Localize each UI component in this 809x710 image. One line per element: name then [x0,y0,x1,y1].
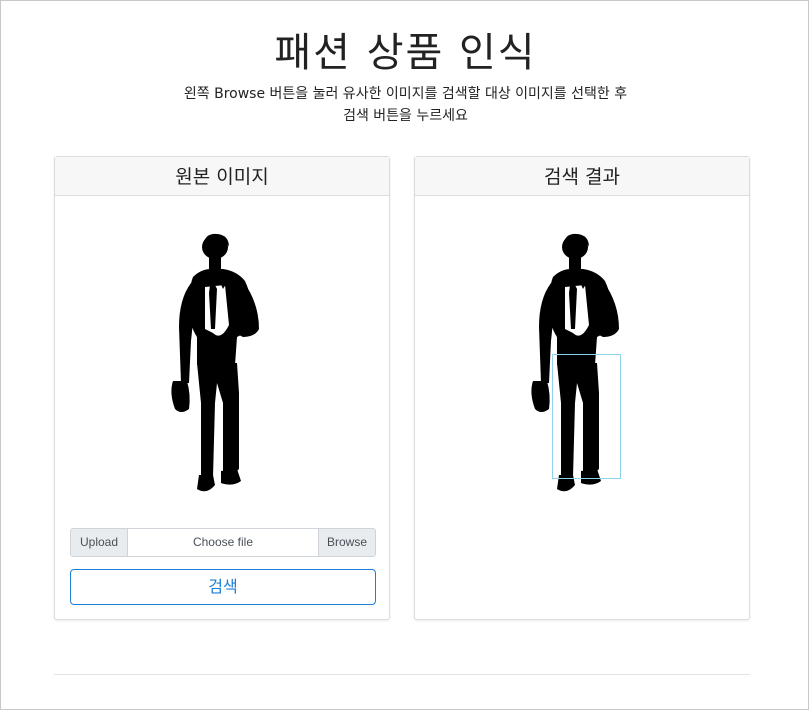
search-result-card: 검색 결과 [414,156,750,620]
search-button[interactable]: 검색 [70,569,376,605]
page-frame: 패션 상품 인식 왼쪽 Browse 버튼을 눌러 유사한 이미지를 검색할 대… [0,0,809,710]
page-title: 패션 상품 인식 [274,30,537,76]
choose-file-input[interactable]: Choose file [128,529,318,556]
subtitle-line-2: 검색 버튼을 누르세요 [343,108,468,124]
subtitle-line-1: 왼쪽 Browse 버튼을 눌러 유사한 이미지를 검색할 대상 이미지를 선택… [183,86,628,102]
upload-prefix-label: Upload [71,529,128,556]
detection-bounding-box [552,354,621,479]
original-image-card-header: 원본 이미지 [55,157,389,196]
page-subtitle: 왼쪽 Browse 버튼을 눌러 유사한 이미지를 검색할 대상 이미지를 선택… [1,83,809,127]
original-image-card: 원본 이미지 Upload Choose file Browse 검색 [54,156,390,620]
man-silhouette-icon [171,233,259,492]
browse-button[interactable]: Browse [318,529,375,556]
file-upload-group: Upload Choose file Browse [70,528,376,557]
search-result-card-header: 검색 결과 [415,157,749,196]
footer-divider [54,674,750,675]
